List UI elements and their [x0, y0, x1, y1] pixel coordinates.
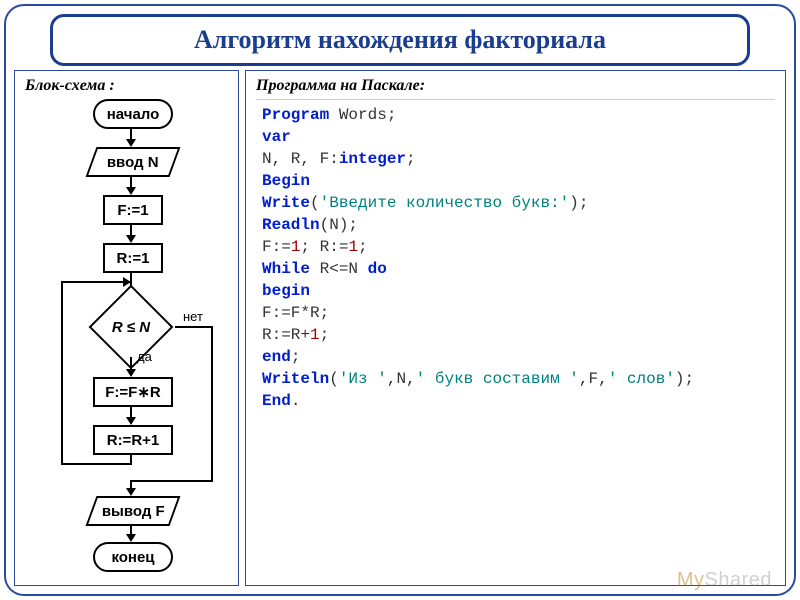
- arrow: [61, 281, 63, 465]
- label-no: нет: [183, 309, 203, 324]
- flowchart-heading: Блок-схема :: [25, 77, 228, 95]
- arrow: [61, 281, 131, 283]
- code-heading: Программа на Паскале:: [256, 77, 775, 95]
- flow-start: начало: [93, 99, 173, 129]
- arrow: [211, 326, 213, 482]
- flow-end: конец: [93, 542, 173, 572]
- arrowhead-icon: [126, 534, 136, 542]
- flow-proc-f1: F:=1: [103, 195, 163, 225]
- flow-proc-fr: F:=F∗R: [93, 377, 173, 407]
- code-column: Программа на Паскале: Program Words; var…: [245, 70, 786, 586]
- arrow: [175, 326, 213, 328]
- flowchart: начало ввод N F:=1 R:=1 R ≤ N да: [25, 99, 230, 554]
- arrowhead-icon: [126, 488, 136, 496]
- slide-title: Алгоритм нахождения факториала: [194, 25, 606, 55]
- flow-proc-rinc: R:=R+1: [93, 425, 173, 455]
- code-listing: Program Words; var N, R, F:integer; Begi…: [256, 99, 775, 416]
- arrowhead-icon: [126, 417, 136, 425]
- label-yes: да: [137, 349, 152, 364]
- arrowhead-icon: [126, 369, 136, 377]
- flow-decision: R ≤ N: [86, 297, 176, 357]
- flow-output: вывод F: [86, 496, 181, 526]
- arrowhead-icon: [126, 187, 136, 195]
- arrow: [61, 463, 132, 465]
- flow-proc-r1: R:=1: [103, 243, 163, 273]
- arrowhead-icon: [126, 235, 136, 243]
- flow-input: ввод N: [86, 147, 181, 177]
- arrow: [131, 480, 213, 482]
- title-pill: Алгоритм нахождения факториала: [50, 14, 750, 66]
- flowchart-column: Блок-схема : начало ввод N F:=1 R:=1: [14, 70, 239, 586]
- content-columns: Блок-схема : начало ввод N F:=1 R:=1: [14, 70, 786, 586]
- watermark: MyShared: [677, 569, 772, 592]
- arrowhead-icon: [126, 139, 136, 147]
